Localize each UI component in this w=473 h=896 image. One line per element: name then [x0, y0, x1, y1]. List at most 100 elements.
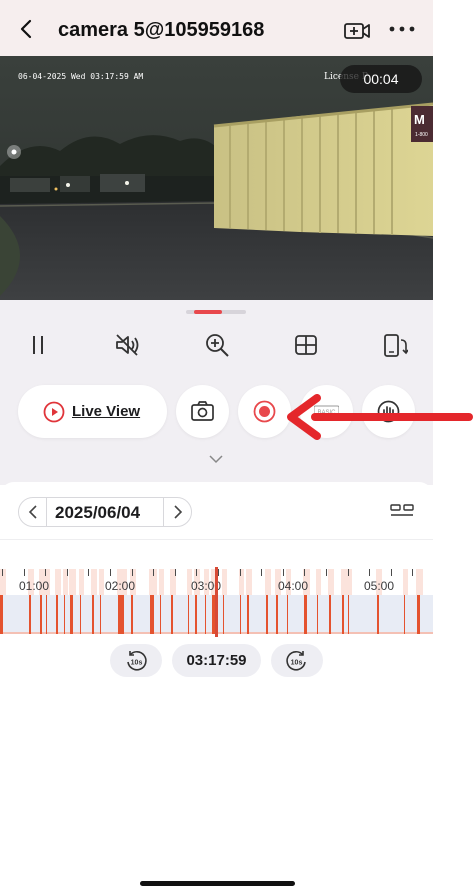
- recording-segment: [56, 595, 58, 634]
- timeline-tick: [2, 569, 3, 576]
- timeline-tick: [326, 569, 327, 576]
- skip-forward-label: 10s: [291, 660, 303, 667]
- header-bar: camera 5@105959168: [0, 0, 433, 56]
- timeline-tick: [153, 569, 154, 576]
- recording-segment: [70, 595, 73, 634]
- timeline-hour-label: 04:00: [278, 579, 309, 593]
- recording-segment: [0, 595, 3, 634]
- divider: [0, 539, 433, 540]
- recording-segment: [92, 595, 94, 634]
- camera-add-icon[interactable]: [343, 20, 371, 42]
- recording-segment: [342, 595, 344, 634]
- live-view-label: Live View: [72, 403, 141, 420]
- timeline-tick: [218, 569, 219, 576]
- video-feed[interactable]: M 1-800 06-04-2025 Wed 03:17:59 AM Licen…: [0, 56, 433, 300]
- recording-segment: [131, 595, 133, 634]
- multi-view-icon[interactable]: [390, 504, 414, 518]
- forward-10s-icon: 10s: [286, 650, 306, 671]
- recording-segment: [40, 595, 42, 634]
- recording-segment: [276, 595, 278, 634]
- recording-segment: [304, 595, 307, 634]
- recording-segment: [171, 595, 173, 634]
- recording-segment: [29, 595, 31, 634]
- previous-day-button[interactable]: [19, 498, 47, 526]
- timeline-hour-label: 02:00: [105, 579, 136, 593]
- recording-segment: [64, 595, 65, 634]
- zoom-in-icon[interactable]: [204, 332, 230, 358]
- timeline-tick: [175, 569, 176, 576]
- timeline-tick: [412, 569, 413, 576]
- recording-segment: [195, 595, 197, 634]
- recording-segment: [417, 595, 420, 634]
- play-circle-icon: [43, 401, 65, 423]
- next-day-button[interactable]: [163, 498, 191, 526]
- recording-segment: [317, 595, 318, 634]
- back-chevron-icon[interactable]: [16, 18, 38, 40]
- timeline-tick: [88, 569, 89, 576]
- recording-segment: [329, 595, 331, 634]
- timeline-tick: [110, 569, 111, 576]
- selected-date[interactable]: 2025/06/04: [55, 503, 140, 523]
- pause-icon[interactable]: [25, 332, 51, 358]
- rewind-10s-icon: 10s: [127, 650, 147, 671]
- timeline-tick: [304, 569, 305, 576]
- recording-segment: [80, 595, 81, 634]
- skip-forward-button[interactable]: 10s: [271, 644, 323, 677]
- timeline-hour-label: 01:00: [19, 579, 50, 593]
- drag-handle[interactable]: [186, 310, 246, 314]
- container-phone-text: 1-800: [415, 132, 428, 138]
- timeline-tick: [391, 569, 392, 576]
- timeline-tick: [45, 569, 46, 576]
- recording-segment: [160, 595, 161, 634]
- recording-segment: [240, 595, 241, 634]
- record-icon: [253, 400, 276, 423]
- home-indicator: [140, 881, 295, 886]
- annotation-arrow: [287, 394, 473, 440]
- more-dots-icon[interactable]: [388, 22, 416, 36]
- timeline-tick: [24, 569, 25, 576]
- recording-segment: [100, 595, 101, 634]
- elapsed-time-badge: 00:04: [340, 65, 422, 93]
- snapshot-button[interactable]: [176, 385, 229, 438]
- skip-back-button[interactable]: 10s: [110, 644, 162, 677]
- speaker-muted-icon[interactable]: [114, 332, 140, 358]
- timeline-tick: [283, 569, 284, 576]
- recording-segment: [118, 595, 124, 634]
- playback-panel: 2025/06/04: [0, 482, 433, 896]
- recording-segment: [223, 595, 224, 634]
- drag-handle-indicator: [194, 310, 222, 314]
- recording-segment: [287, 595, 288, 634]
- camera-snapshot-icon: [191, 401, 214, 421]
- date-picker[interactable]: 2025/06/04: [18, 497, 192, 527]
- timeline-tick: [348, 569, 349, 576]
- recording-segment: [205, 595, 206, 634]
- playback-controls-bar: [0, 300, 433, 370]
- recording-segment: [348, 595, 349, 634]
- chevron-down-icon[interactable]: [208, 454, 224, 464]
- recording-segment: [404, 595, 405, 634]
- container-logo-text: M: [414, 112, 425, 127]
- current-playback-time: 03:17:59: [172, 644, 261, 677]
- timeline-playhead[interactable]: [215, 567, 218, 637]
- recording-segment: [150, 595, 154, 634]
- timeline-tick: [196, 569, 197, 576]
- rotate-screen-icon[interactable]: [382, 332, 408, 358]
- grid-layout-icon[interactable]: [293, 332, 319, 358]
- recording-segment: [247, 595, 249, 634]
- timeline-tick: [240, 569, 241, 576]
- recording-segment: [377, 595, 379, 634]
- skip-back-label: 10s: [131, 660, 143, 667]
- recording-segment: [266, 595, 268, 634]
- timeline-tick: [261, 569, 262, 576]
- recording-segment: [188, 595, 189, 634]
- recording-segment: [46, 595, 47, 634]
- timeline-tick: [369, 569, 370, 576]
- timeline-tick: [132, 569, 133, 576]
- osd-timestamp: 06-04-2025 Wed 03:17:59 AM: [18, 72, 144, 81]
- page-title: camera 5@105959168: [58, 19, 265, 41]
- timeline-hour-label: 05:00: [364, 579, 395, 593]
- chevron-right-icon: [174, 505, 183, 519]
- chevron-left-icon: [28, 505, 37, 519]
- app-screen: camera 5@105959168 M 1-800 06-04-2025 We…: [0, 0, 433, 896]
- live-view-button[interactable]: Live View: [18, 385, 167, 438]
